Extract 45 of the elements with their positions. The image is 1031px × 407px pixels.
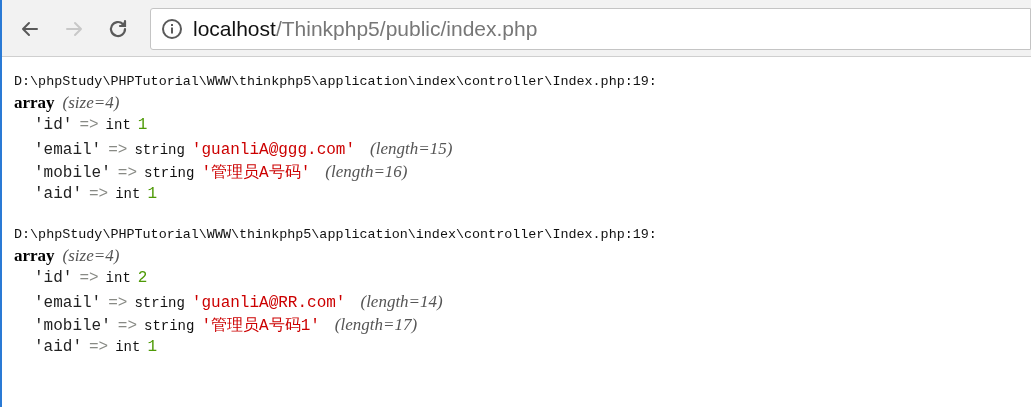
array-key: 'aid'	[34, 183, 82, 206]
arrow-symbol: =>	[108, 140, 128, 161]
arrow-symbol: =>	[89, 184, 109, 205]
value-type: string	[144, 164, 195, 183]
size-note: (size=4)	[62, 92, 120, 114]
value-text: 1	[147, 337, 158, 358]
value-type: int	[105, 116, 131, 135]
value-type: string	[134, 141, 185, 160]
value-type: int	[115, 338, 141, 357]
arrow-symbol: =>	[117, 316, 137, 337]
type-label: array	[14, 245, 55, 267]
arrow-symbol: =>	[89, 337, 109, 358]
value-text: '管理员A号码'	[201, 163, 311, 184]
array-key: 'email'	[34, 139, 102, 162]
value-type: int	[115, 185, 141, 204]
length-note: (length=16)	[325, 161, 408, 183]
file-location: D:\phpStudy\PHPTutorial\WWW\thinkphp5\application\index\controller\Index.php:19:	[14, 73, 658, 91]
value-type: string	[144, 317, 195, 336]
array-key: 'mobile'	[34, 162, 111, 185]
array-key: 'email'	[34, 292, 102, 315]
value-text: 1	[137, 115, 148, 136]
file-location: D:\phpStudy\PHPTutorial\WWW\thinkphp5\application\index\controller\Index.php:19:	[14, 226, 658, 244]
arrow-symbol: =>	[108, 293, 128, 314]
arrow-symbol: =>	[117, 163, 137, 184]
value-text: 'guanliA@RR.com'	[191, 293, 346, 314]
value-text: '管理员A号码1'	[201, 316, 320, 337]
length-note: (length=14)	[360, 291, 443, 313]
length-note: (length=17)	[334, 314, 418, 336]
length-note: (length=15)	[370, 138, 453, 160]
arrow-symbol: =>	[79, 268, 99, 289]
value-text: 1	[147, 184, 158, 205]
info-icon	[161, 18, 183, 40]
array-key: 'id'	[34, 114, 73, 137]
value-type: int	[105, 269, 131, 288]
value-type: string	[134, 294, 185, 313]
arrow-symbol: =>	[79, 115, 99, 136]
array-key: 'mobile'	[34, 315, 111, 338]
array-key: 'aid'	[34, 336, 82, 359]
address-bar[interactable]: localhost/Thinkphp5/public/index.php	[150, 8, 1031, 50]
type-label: array	[14, 92, 55, 114]
url-text: localhost/Thinkphp5/public/index.php	[193, 16, 538, 43]
value-text: 'guanliA@ggg.com'	[191, 140, 356, 161]
array-key: 'id'	[34, 267, 73, 290]
value-text: 2	[137, 268, 148, 289]
size-note: (size=4)	[62, 245, 120, 267]
